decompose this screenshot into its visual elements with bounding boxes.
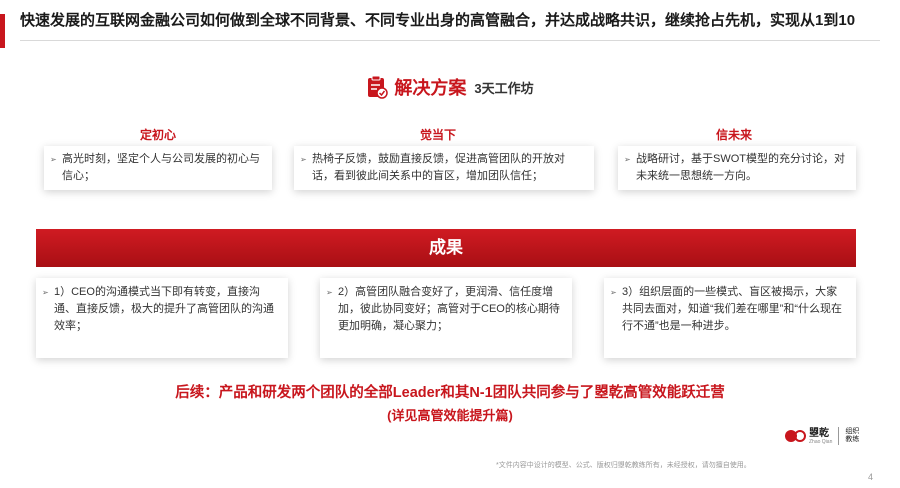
result-card-text: 1）CEO的沟通模式当下即有转变，直接沟通、直接反馈，极大的提升了高管团队的沟通… — [54, 286, 274, 332]
followup-note: (详见高管效能提升篇) — [387, 408, 513, 423]
bullet-icon: ➢ — [300, 155, 307, 164]
result-card: ➢ 1）CEO的沟通模式当下即有转变，直接沟通、直接反馈，极大的提升了高管团队的沟… — [36, 278, 288, 358]
solution-card-text: 战略研讨，基于SWOT模型的充分讨论，对未来统一思想统一方向。 — [636, 153, 845, 182]
logo-mark-icon — [785, 430, 806, 442]
bullet-icon: ➢ — [326, 288, 333, 297]
solution-card: ➢ 高光时刻，坚定个人与公司发展的初心与信心； — [44, 146, 272, 190]
solution-subtitle: 3天工作坊 — [474, 80, 534, 96]
bullet-icon: ➢ — [50, 155, 57, 164]
result-card: ➢ 3）组织层面的一些模式、盲区被揭示，大家共同去面对，知道“我们差在哪里”和“什… — [604, 278, 856, 358]
logo-pinyin: Zhao Qian — [809, 438, 833, 445]
page-number: 4 — [868, 472, 874, 482]
solution-header: 解决方案 3天工作坊 — [0, 74, 900, 104]
solution-title: 解决方案 — [394, 78, 467, 98]
column-heading: 定初心 — [139, 128, 176, 142]
company-logo: 曌乾 Zhao Qian 组织教练 — [784, 427, 859, 445]
logo-divider — [838, 427, 840, 445]
checklist-icon — [368, 75, 389, 99]
accent-bar — [0, 14, 5, 48]
results-banner: 成果 — [36, 229, 856, 267]
column-heading: 信未来 — [715, 128, 752, 142]
result-card-text: 2）高管团队融合变好了，更润滑、信任度增加，彼此协同变好；高管对于CEO的核心期… — [338, 286, 560, 332]
copyright-note: *文件内容中设计的模型、公式、版权归曌乾教练所有，未经授权，请勿擅自使用。 — [496, 462, 751, 469]
bullet-icon: ➢ — [610, 288, 617, 297]
result-card: ➢ 2）高管团队融合变好了，更润滑、信任度增加，彼此协同变好；高管对于CEO的核心… — [320, 278, 572, 358]
bullet-icon: ➢ — [624, 155, 631, 164]
solution-card-text: 高光时刻，坚定个人与公司发展的初心与信心； — [62, 153, 260, 182]
result-card-text: 3）组织层面的一些模式、盲区被揭示，大家共同去面对，知道“我们差在哪里”和“什么… — [622, 286, 842, 332]
title-divider — [20, 40, 880, 41]
column-heading: 觉当下 — [419, 128, 456, 142]
page-title: 快速发展的互联网金融公司如何做到全球不同背景、不同专业出身的高管融合，并达成战略… — [20, 12, 856, 29]
solution-card-text: 热椅子反馈，鼓励直接反馈，促进高管团队的开放对话，看到彼此间关系中的盲区，增加团… — [312, 153, 565, 182]
followup-text: 后续：产品和研发两个团队的全部Leader和其N-1团队共同参与了曌乾高管效能跃… — [175, 385, 725, 401]
solution-card: ➢ 战略研讨，基于SWOT模型的充分讨论，对未来统一思想统一方向。 — [618, 146, 856, 190]
bullet-icon: ➢ — [42, 288, 49, 297]
solution-card: ➢ 热椅子反馈，鼓励直接反馈，促进高管团队的开放对话，看到彼此间关系中的盲区，增加… — [294, 146, 594, 190]
logo-name: 曌乾 — [809, 427, 829, 439]
logo-tagline: 组织教练 — [845, 428, 860, 443]
